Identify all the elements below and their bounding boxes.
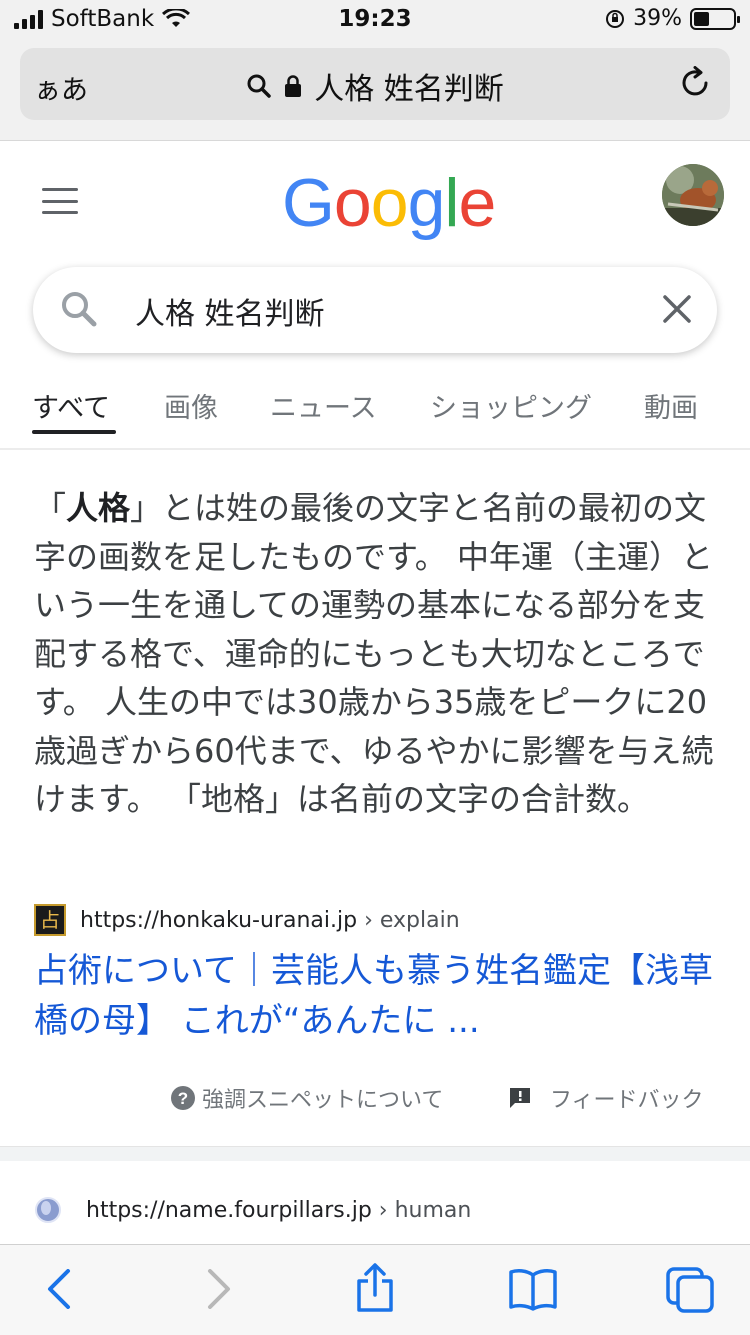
snippet-footer: ? 強調スニペットについて フィードバック bbox=[0, 1082, 750, 1116]
tab-all[interactable]: すべて bbox=[32, 386, 110, 425]
about-snippet-link[interactable]: ? 強調スニペットについて bbox=[170, 1082, 443, 1114]
browser-toolbar bbox=[0, 1244, 750, 1335]
orientation-lock-icon bbox=[606, 9, 625, 28]
tabs-icon[interactable] bbox=[666, 1267, 714, 1313]
tab-images[interactable]: 画像 bbox=[164, 386, 218, 425]
divider bbox=[0, 448, 750, 450]
featured-snippet: 「人格」とは姓の最後の文字と名前の最初の文字の画数を足したものです。 中年運（主… bbox=[34, 484, 724, 824]
result-title[interactable]: 占術について｜芸能人も慕う姓名鑑定【浅草橋の母】 これが“あんたに ... bbox=[34, 946, 724, 1046]
logo-letter: g bbox=[407, 165, 446, 241]
result-breadcrumb: › explain bbox=[364, 907, 460, 933]
search-box[interactable]: 人格 姓名判断 bbox=[33, 267, 717, 353]
search-icon[interactable] bbox=[59, 289, 99, 329]
url-text: 人格 姓名判断 bbox=[314, 72, 504, 107]
tab-news[interactable]: ニュース bbox=[270, 386, 377, 425]
battery-info: 39% bbox=[605, 6, 740, 31]
feedback-icon bbox=[510, 1088, 530, 1108]
clear-icon[interactable] bbox=[661, 293, 693, 325]
forward-icon[interactable] bbox=[204, 1269, 234, 1309]
feedback-button[interactable]: フィードバック bbox=[508, 1082, 704, 1114]
globe-icon bbox=[35, 1197, 61, 1223]
lock-icon bbox=[285, 75, 302, 97]
tab-shopping[interactable]: ショッピング bbox=[430, 386, 592, 425]
snippet-quote: 「 bbox=[34, 489, 67, 527]
result2-source[interactable]: https://name.fourpillars.jp › human bbox=[34, 1196, 471, 1224]
url-field[interactable]: ぁあ 人格 姓名判断 bbox=[20, 48, 730, 120]
logo-letter: o bbox=[333, 165, 372, 241]
result2-url: https://name.fourpillars.jp bbox=[86, 1197, 372, 1223]
status-bar: SoftBank 19:23 39% bbox=[0, 0, 750, 40]
url-display[interactable]: 人格 姓名判断 bbox=[20, 64, 730, 108]
snippet-text: 」とは姓の最後の文字と名前の最初の文字の画数を足したものです。 中年運（主運）と… bbox=[34, 489, 714, 818]
result-source[interactable]: 占 https://honkaku-uranai.jp › explain bbox=[34, 904, 460, 936]
result-link[interactable]: 占術について｜芸能人も慕う姓名鑑定【浅草橋の母】 これが“あんたに ... bbox=[34, 951, 713, 1041]
back-icon[interactable] bbox=[44, 1269, 74, 1309]
battery-icon bbox=[690, 7, 740, 30]
google-logo[interactable]: Google bbox=[282, 164, 497, 242]
site-favicon: 占 bbox=[34, 904, 66, 936]
share-icon[interactable] bbox=[354, 1263, 396, 1313]
result-url: https://honkaku-uranai.jp bbox=[80, 907, 358, 933]
battery-level bbox=[694, 11, 709, 26]
search-tabs: すべて 画像 ニュース ショッピング 動画 bbox=[0, 386, 750, 434]
logo-letter: G bbox=[282, 165, 335, 241]
avatar[interactable] bbox=[662, 164, 724, 226]
logo-letter: o bbox=[370, 165, 409, 241]
active-tab-indicator bbox=[32, 430, 116, 434]
feedback-label: フィードバック bbox=[550, 1088, 704, 1113]
menu-icon[interactable] bbox=[42, 188, 78, 214]
logo-letter: e bbox=[458, 165, 497, 241]
search-input[interactable]: 人格 姓名判断 bbox=[135, 289, 325, 333]
snippet-keyword: 人格 bbox=[66, 489, 131, 527]
search-icon bbox=[247, 74, 271, 98]
about-snippet-label: 強調スニペットについて bbox=[202, 1088, 444, 1113]
browser-address-bar: ぁあ 人格 姓名判断 bbox=[0, 40, 750, 141]
bookmarks-icon[interactable] bbox=[508, 1267, 558, 1311]
tab-videos[interactable]: 動画 bbox=[644, 386, 698, 425]
help-icon: ? bbox=[171, 1086, 195, 1110]
logo-letter: l bbox=[444, 165, 459, 241]
svg-text:?: ? bbox=[178, 1089, 188, 1108]
reload-icon[interactable] bbox=[680, 66, 712, 100]
battery-percent: 39% bbox=[633, 6, 682, 31]
result2-breadcrumb: › human bbox=[378, 1197, 472, 1223]
section-separator bbox=[0, 1146, 750, 1161]
